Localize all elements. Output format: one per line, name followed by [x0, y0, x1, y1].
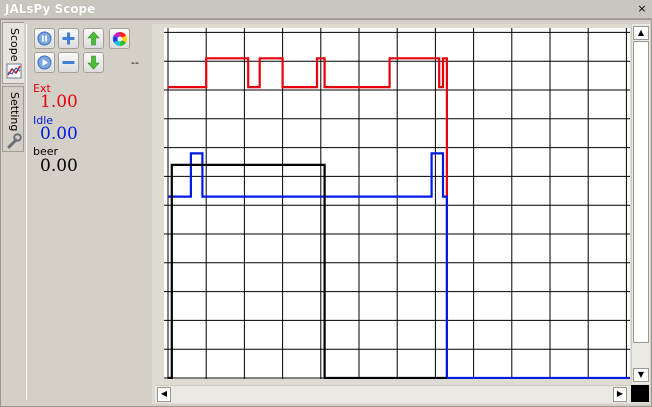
trace-ext	[168, 57, 448, 378]
zoom-in-button[interactable]	[58, 28, 79, 49]
channel-ext-value: 1.00	[40, 92, 78, 112]
scope-plot[interactable]	[164, 28, 630, 379]
scroll-right-button[interactable]: ▶	[613, 387, 627, 402]
arrow-up-icon	[87, 31, 100, 46]
tab-scope[interactable]: Scope	[2, 22, 24, 84]
channel-beer-value: 0.00	[40, 156, 78, 176]
move-down-button[interactable]	[83, 52, 104, 73]
control-panel: -- Ext 1.00 Idle 0.00 beer 0.00	[26, 24, 153, 400]
tab-setting-label: Setting	[8, 92, 21, 132]
chart-icon	[6, 63, 22, 79]
toolbar-extra-text: --	[131, 56, 139, 69]
close-icon[interactable]: ×	[636, 3, 648, 15]
horizontal-scrollbar[interactable]: ◀ ▶	[155, 385, 631, 403]
trace-idle	[168, 152, 630, 379]
title-bar: JALsPy Scope ×	[0, 0, 652, 19]
minus-icon	[62, 61, 75, 64]
scroll-corner	[631, 385, 649, 402]
play-button[interactable]	[34, 52, 55, 73]
plus-icon	[62, 32, 75, 45]
arrow-down-icon	[87, 55, 100, 70]
tab-setting[interactable]: Setting	[2, 86, 24, 152]
scroll-left-button[interactable]: ◀	[157, 387, 171, 402]
vertical-scrollbar[interactable]: ▲ ▼	[631, 24, 650, 384]
wrench-icon	[7, 133, 22, 149]
channel-idle-value: 0.00	[40, 124, 78, 144]
vertical-tab-bar: Scope Setting	[2, 22, 24, 402]
scroll-down-button[interactable]: ▼	[633, 368, 649, 382]
pause-button[interactable]	[34, 28, 55, 49]
color-button[interactable]	[109, 28, 130, 49]
zoom-out-button[interactable]	[58, 52, 79, 73]
play-icon	[37, 55, 52, 70]
move-up-button[interactable]	[83, 28, 104, 49]
scroll-up-button[interactable]: ▲	[633, 26, 649, 40]
window-title: JALsPy Scope	[5, 2, 96, 16]
pause-icon	[37, 31, 52, 46]
scroll-thumb-vertical[interactable]	[633, 41, 649, 343]
color-wheel-icon	[112, 31, 127, 46]
tab-scope-label: Scope	[8, 28, 21, 62]
